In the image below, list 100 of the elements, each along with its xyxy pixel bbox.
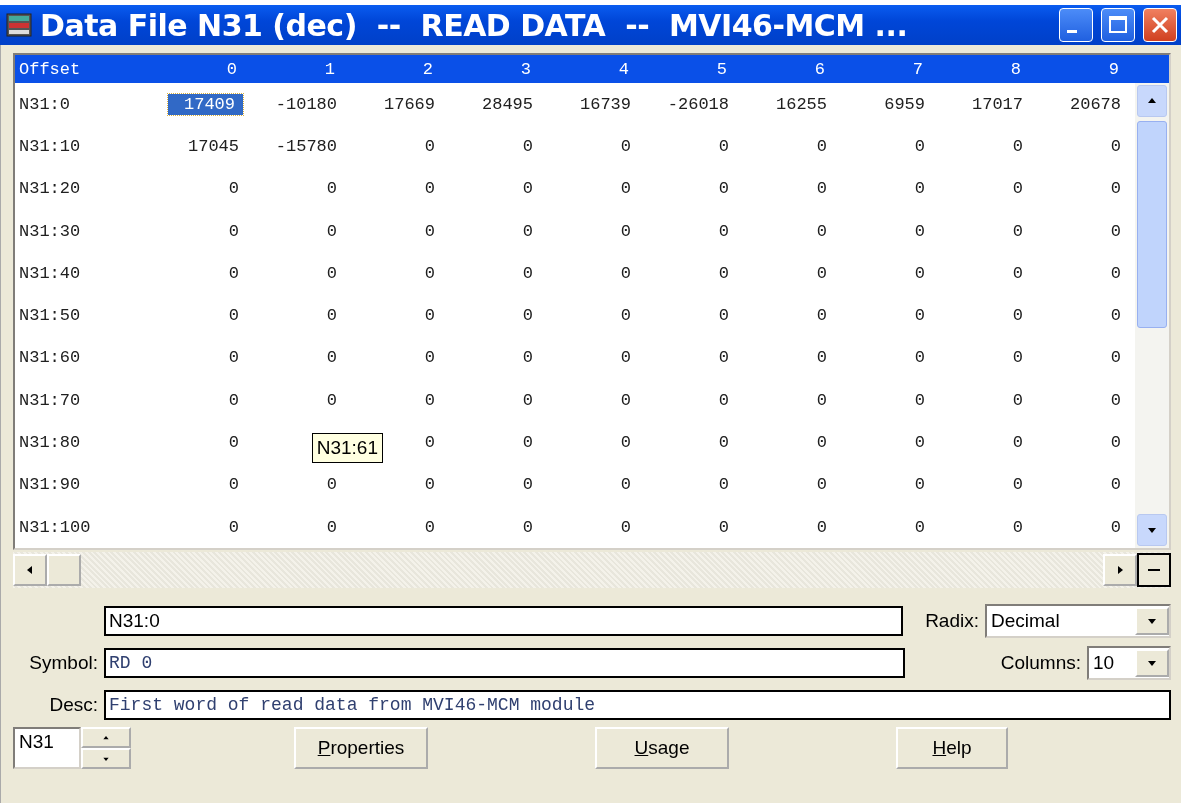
spin-up-button[interactable] [81, 727, 131, 749]
table-cell[interactable]: 0 [1008, 432, 1027, 453]
radix-dropdown[interactable]: Decimal [985, 604, 1171, 639]
table-cell[interactable]: 0 [420, 220, 439, 242]
table-cell[interactable]: 0 [616, 432, 635, 453]
table-cell[interactable]: 0 [910, 474, 929, 496]
table-cell[interactable]: 17409 [168, 93, 243, 115]
table-cell[interactable]: 0 [224, 474, 243, 496]
table-cell[interactable]: 0 [714, 262, 733, 284]
table-cell[interactable]: 0 [420, 305, 439, 327]
file-field[interactable]: N31 [13, 727, 81, 770]
table-cell[interactable]: 0 [910, 220, 929, 242]
dialog-button[interactable]: Help [896, 727, 1008, 770]
table-cell[interactable]: 0 [420, 262, 439, 284]
table-cell[interactable]: 0 [518, 474, 537, 496]
table-cell[interactable]: 0 [420, 432, 439, 453]
table-cell[interactable]: 0 [910, 389, 929, 411]
table-cell[interactable]: 0 [1106, 178, 1125, 200]
table-cell[interactable]: 17669 [380, 93, 439, 115]
close-button[interactable] [1143, 8, 1177, 42]
table-cell[interactable]: 0 [910, 135, 929, 157]
minimize-button[interactable] [1059, 8, 1093, 42]
table-cell[interactable]: 0 [616, 516, 635, 538]
table-cell[interactable]: 0 [322, 474, 341, 496]
table-cell[interactable]: 0 [910, 262, 929, 284]
table-cell[interactable]: 0 [1008, 305, 1027, 327]
table-cell[interactable]: 0 [1008, 262, 1027, 284]
table-cell[interactable]: 0 [714, 305, 733, 327]
table-cell[interactable]: 0 [224, 389, 243, 411]
table-cell[interactable]: 0 [1106, 474, 1125, 496]
table-cell[interactable]: 0 [1008, 347, 1027, 369]
table-cell[interactable]: 0 [518, 135, 537, 157]
columns-dropdown[interactable]: 10 [1087, 646, 1171, 681]
table-cell[interactable]: 0 [322, 516, 341, 538]
table-cell[interactable]: 0 [812, 432, 831, 453]
table-cell[interactable]: 0 [224, 305, 243, 327]
table-cell[interactable]: 17045 [184, 135, 243, 157]
table-cell[interactable]: 0 [224, 220, 243, 242]
scroll-up-button[interactable] [1137, 85, 1167, 117]
table-cell[interactable]: 0 [1106, 220, 1125, 242]
table-cell[interactable]: 0 [1106, 347, 1125, 369]
table-cell[interactable]: 0 [1008, 135, 1027, 157]
table-cell[interactable]: 0 [616, 389, 635, 411]
table-cell[interactable]: 0 [616, 220, 635, 242]
table-cell[interactable]: 0 [518, 516, 537, 538]
table-cell[interactable]: 0 [1106, 432, 1125, 453]
table-cell[interactable]: 0 [1008, 389, 1027, 411]
table-cell[interactable]: 0 [812, 305, 831, 327]
spin-down-button[interactable] [81, 748, 131, 770]
table-cell[interactable]: 0 [420, 178, 439, 200]
collapse-button[interactable] [1137, 553, 1171, 588]
table-cell[interactable]: 0 [224, 178, 243, 200]
table-cell[interactable]: -10180 [271, 93, 341, 115]
table-cell[interactable]: 0 [420, 389, 439, 411]
table-cell[interactable]: 0 [1008, 178, 1027, 200]
scroll-down-button[interactable] [1137, 514, 1167, 547]
table-cell[interactable]: 0 [812, 474, 831, 496]
table-cell[interactable]: 0 [714, 474, 733, 496]
table-cell[interactable]: 0 [616, 474, 635, 496]
table-cell[interactable]: 0 [322, 262, 341, 284]
table-cell[interactable]: 0 [322, 220, 341, 242]
table-cell[interactable]: 0 [812, 220, 831, 242]
table-cell[interactable]: 0 [518, 220, 537, 242]
table-cell[interactable]: 0 [714, 178, 733, 200]
table-cell[interactable]: 16739 [576, 93, 635, 115]
table-cell[interactable]: 0 [518, 305, 537, 327]
table-cell[interactable]: 0 [910, 178, 929, 200]
table-cell[interactable]: -15780 [271, 135, 341, 157]
table-cell[interactable]: 0 [616, 347, 635, 369]
table-cell[interactable]: 0 [518, 178, 537, 200]
table-cell[interactable]: 0 [322, 347, 341, 369]
table-cell[interactable]: 0 [420, 474, 439, 496]
table-cell[interactable]: 0 [1008, 220, 1027, 242]
table-cell[interactable]: 0 [616, 262, 635, 284]
address-field[interactable]: N31:0 [104, 606, 904, 637]
table-cell[interactable]: 0 [1106, 389, 1125, 411]
table-cell[interactable]: 0 [616, 135, 635, 157]
table-cell[interactable]: 0 [910, 516, 929, 538]
table-cell[interactable]: 0 [1008, 516, 1027, 538]
table-cell[interactable]: 0 [518, 347, 537, 369]
dialog-button[interactable]: Properties [294, 727, 428, 770]
table-cell[interactable]: 0 [1106, 516, 1125, 538]
table-cell[interactable]: 0 [518, 432, 537, 453]
table-cell[interactable]: 0 [812, 178, 831, 200]
table-cell[interactable]: 0 [1008, 474, 1027, 496]
table-cell[interactable]: 0 [714, 135, 733, 157]
table-cell[interactable]: 0 [910, 432, 929, 453]
table-cell[interactable]: 0 [1106, 262, 1125, 284]
table-cell[interactable]: 0 [224, 432, 243, 453]
table-cell[interactable]: 0 [812, 135, 831, 157]
table-cell[interactable]: 17017 [968, 93, 1027, 115]
scroll-left-button[interactable] [13, 554, 47, 587]
table-cell[interactable]: 0 [616, 178, 635, 200]
table-cell[interactable]: 0 [1106, 135, 1125, 157]
table-cell[interactable]: 0 [224, 516, 243, 538]
table-cell[interactable]: 0 [910, 347, 929, 369]
table-cell[interactable]: 0 [812, 262, 831, 284]
table-cell[interactable]: 0 [812, 347, 831, 369]
table-cell[interactable]: 16255 [772, 93, 831, 115]
table-cell[interactable]: 0 [714, 516, 733, 538]
